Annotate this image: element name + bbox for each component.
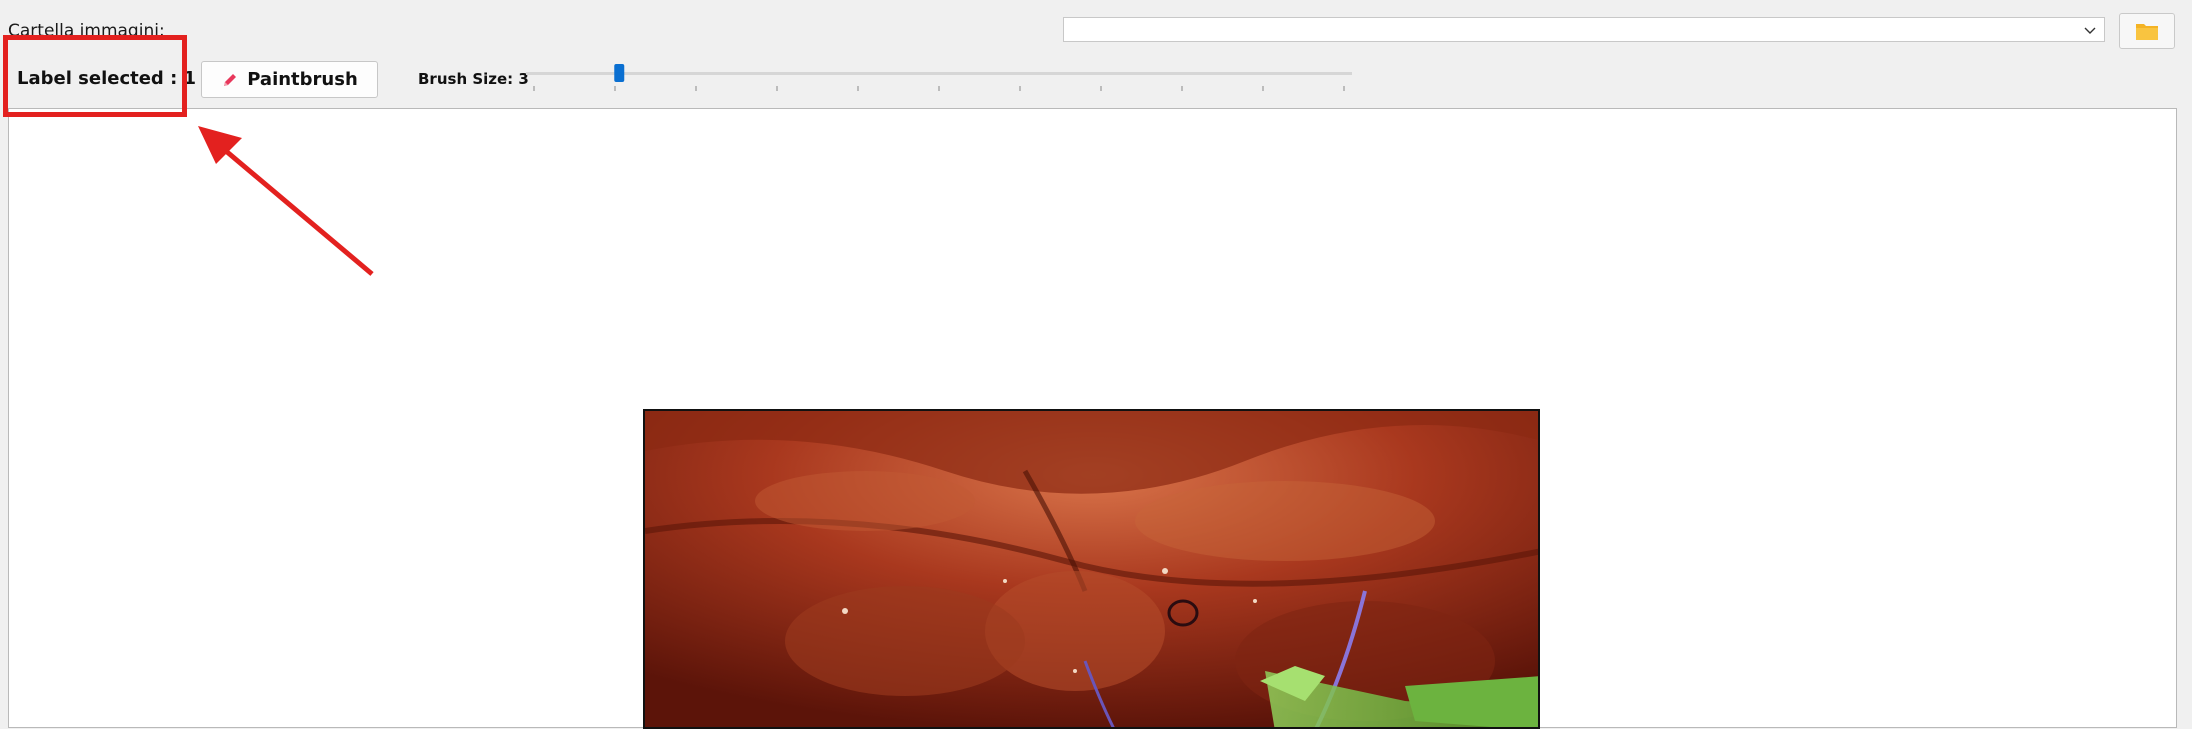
paintbrush-label: Paintbrush (247, 69, 358, 90)
slider-ticks (533, 86, 1345, 91)
annotation-highlight-box (3, 35, 187, 117)
browse-folder-button[interactable] (2119, 13, 2175, 49)
chevron-down-icon[interactable] (2082, 22, 2098, 38)
brush-size-label: Brush Size: 3 (418, 70, 529, 88)
surgical-image-picture (645, 411, 1538, 727)
surgical-image[interactable] (643, 409, 1540, 729)
folder-path-combobox[interactable] (1063, 17, 2105, 42)
pencil-icon (224, 73, 237, 86)
brush-size-slider[interactable] (524, 62, 1354, 96)
paintbrush-button[interactable]: Paintbrush (201, 61, 378, 98)
slider-handle[interactable] (614, 64, 625, 82)
slider-track (526, 72, 1352, 75)
folder-icon (2136, 24, 2158, 40)
annotation-arrow-icon (198, 126, 374, 276)
